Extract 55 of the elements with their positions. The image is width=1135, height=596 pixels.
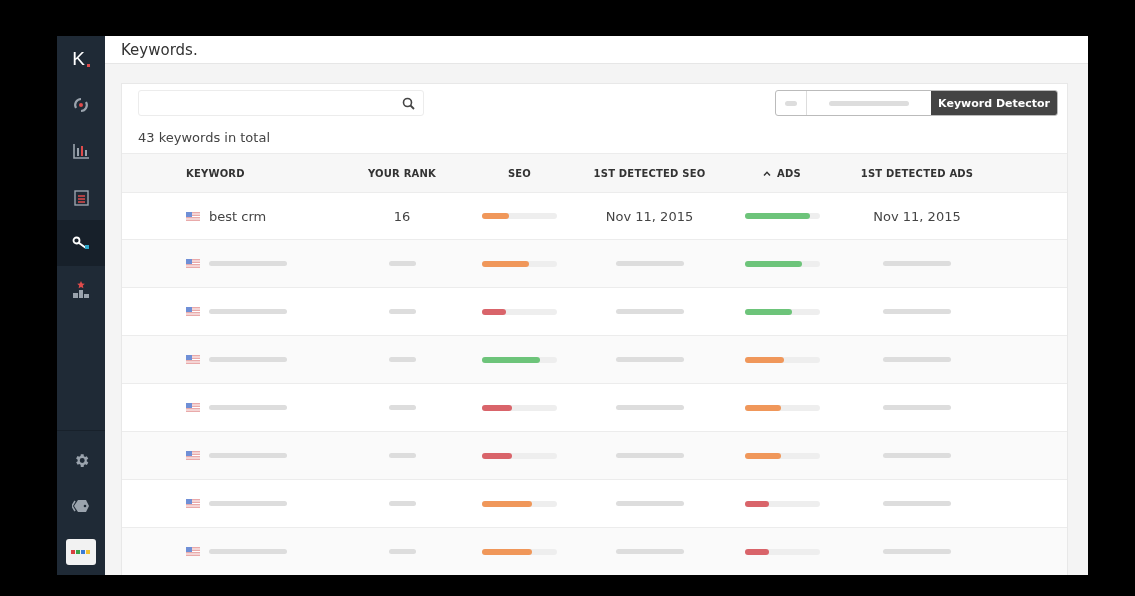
sidebar-item[interactable]: [57, 220, 105, 266]
keyword-detector-button[interactable]: Keyword Detector: [931, 91, 1057, 115]
flag-icon: [186, 259, 200, 268]
date-text: Nov 11, 2015: [605, 208, 694, 224]
column-header[interactable]: YOUR RANK: [367, 167, 436, 179]
column-header[interactable]: KEYWORD: [186, 167, 245, 179]
placeholder-bar: [883, 549, 951, 554]
calendar-icon: [73, 188, 89, 206]
placeholder-bar: [883, 453, 951, 458]
date-text: Nov 11, 2015: [873, 208, 961, 224]
placeholder-bar: [388, 453, 416, 458]
flag-icon: [186, 451, 200, 460]
key-icon: [72, 236, 90, 250]
placeholder-bar: [883, 501, 951, 506]
bar-chart-icon: [72, 143, 90, 159]
placeholder-bar: [883, 405, 951, 410]
app-logo-icon: [66, 539, 96, 565]
app-logo[interactable]: K: [57, 36, 105, 82]
placeholder-bar: [883, 357, 951, 362]
flag-icon: [186, 403, 200, 412]
placeholder-bar: [615, 357, 684, 362]
flag-icon: [186, 355, 200, 364]
rank-text: 16: [393, 208, 411, 224]
placeholder-bar: [388, 501, 416, 506]
column-header[interactable]: ADS: [763, 167, 801, 179]
placeholder-bar: [883, 309, 951, 314]
keyword-count: 43 keywords in total: [137, 129, 271, 147]
keyword-text: best crm: [209, 208, 267, 224]
placeholder-bar: [615, 501, 684, 506]
placeholder-bar: [785, 100, 798, 106]
flag-icon: [186, 499, 200, 508]
gauge-icon: [73, 97, 89, 113]
placeholder-bar: [615, 261, 684, 266]
placeholder-bar: [388, 357, 416, 362]
placeholder-bar: [615, 309, 684, 314]
placeholder-bar: [388, 309, 416, 314]
placeholder-bar: [883, 261, 951, 266]
flag-icon: [186, 307, 200, 316]
column-header[interactable]: 1ST DETECTED SEO: [593, 167, 706, 179]
column-header[interactable]: SEO: [507, 167, 532, 179]
search-field[interactable]: [138, 90, 424, 116]
sort-caret-icon: [763, 170, 772, 176]
flag-icon: [186, 547, 200, 556]
placeholder-bar: [615, 453, 684, 458]
placeholder-bar: [615, 405, 684, 410]
placeholder-bar: [615, 549, 684, 554]
podium-icon: [72, 280, 90, 298]
tags-icon: [72, 499, 90, 513]
placeholder-bar: [388, 405, 416, 410]
page-title: Keywords.: [105, 36, 1088, 64]
flag-icon: [186, 211, 200, 221]
placeholder-bar: [388, 549, 416, 554]
search-icon: [402, 96, 415, 110]
placeholder-bar: [388, 261, 416, 266]
column-header[interactable]: 1ST DETECTED ADS: [860, 167, 974, 179]
